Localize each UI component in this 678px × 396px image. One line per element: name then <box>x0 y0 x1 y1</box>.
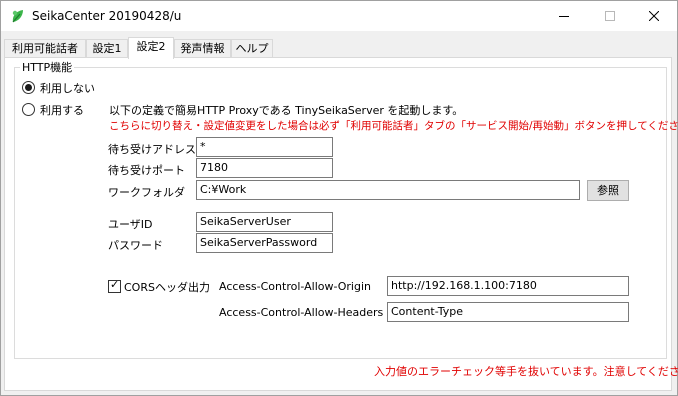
radio-disable[interactable] <box>22 81 35 94</box>
address-input[interactable]: * <box>196 137 333 157</box>
minimize-button[interactable] <box>541 1 587 31</box>
port-input[interactable]: 7180 <box>196 158 333 178</box>
radio-enable-label[interactable]: 利用する <box>40 102 84 118</box>
tab-settings2[interactable]: 設定2 <box>128 37 174 59</box>
browse-button[interactable]: 参照 <box>587 180 629 201</box>
origin-label: Access-Control-Allow-Origin <box>219 280 372 293</box>
user-label: ユーザID <box>108 218 153 231</box>
tab-settings1[interactable]: 設定1 <box>86 39 128 58</box>
address-label: 待ち受けアドレス <box>108 143 196 156</box>
description-text: 以下の定義で簡易HTTP Proxyである TinySeikaServer を起… <box>109 104 464 117</box>
group-title: HTTP機能 <box>20 59 75 75</box>
close-icon <box>649 11 659 21</box>
user-input[interactable]: SeikaServerUser <box>196 212 333 232</box>
footer-note: 入力値のエラーチェック等手を抜いています。注意してください。 <box>374 365 678 378</box>
maximize-icon <box>605 11 615 21</box>
origin-input[interactable]: http://192.168.1.100:7180 <box>387 276 629 296</box>
port-label: 待ち受けポート <box>108 164 185 177</box>
headers-label: Access-Control-Allow-Headers <box>219 306 384 319</box>
tab-help[interactable]: ヘルプ <box>231 39 273 58</box>
cors-checkbox[interactable]: ✓ <box>108 278 121 293</box>
password-label: パスワード <box>108 239 163 252</box>
check-icon: ✓ <box>110 278 120 291</box>
title-bar[interactable]: SeikaCenter 20190428/u <box>1 1 677 31</box>
tab-voice-info[interactable]: 発声情報 <box>174 39 231 58</box>
cors-label[interactable]: CORSヘッダ出力 <box>124 279 210 295</box>
maximize-button[interactable] <box>587 1 633 31</box>
radio-enable[interactable] <box>22 103 35 116</box>
warning-text: こちらに切り替え・設定値変更をした場合は必ず「利用可能話者」タブの「サービス開始… <box>109 120 678 132</box>
app-window: SeikaCenter 20190428/u 利用可能話者 設定1 設定2 発声… <box>0 0 678 396</box>
radio-disable-label[interactable]: 利用しない <box>40 80 95 96</box>
window-title: SeikaCenter 20190428/u <box>32 9 182 23</box>
tab-speakers[interactable]: 利用可能話者 <box>4 39 86 58</box>
folder-input[interactable]: C:¥Work <box>196 180 580 200</box>
leaf-icon <box>10 8 26 24</box>
minimize-icon <box>559 15 569 17</box>
password-input[interactable]: SeikaServerPassword <box>196 233 333 253</box>
close-button[interactable] <box>631 1 677 31</box>
folder-label: ワークフォルダ <box>108 186 185 199</box>
headers-input[interactable]: Content-Type <box>387 302 629 322</box>
